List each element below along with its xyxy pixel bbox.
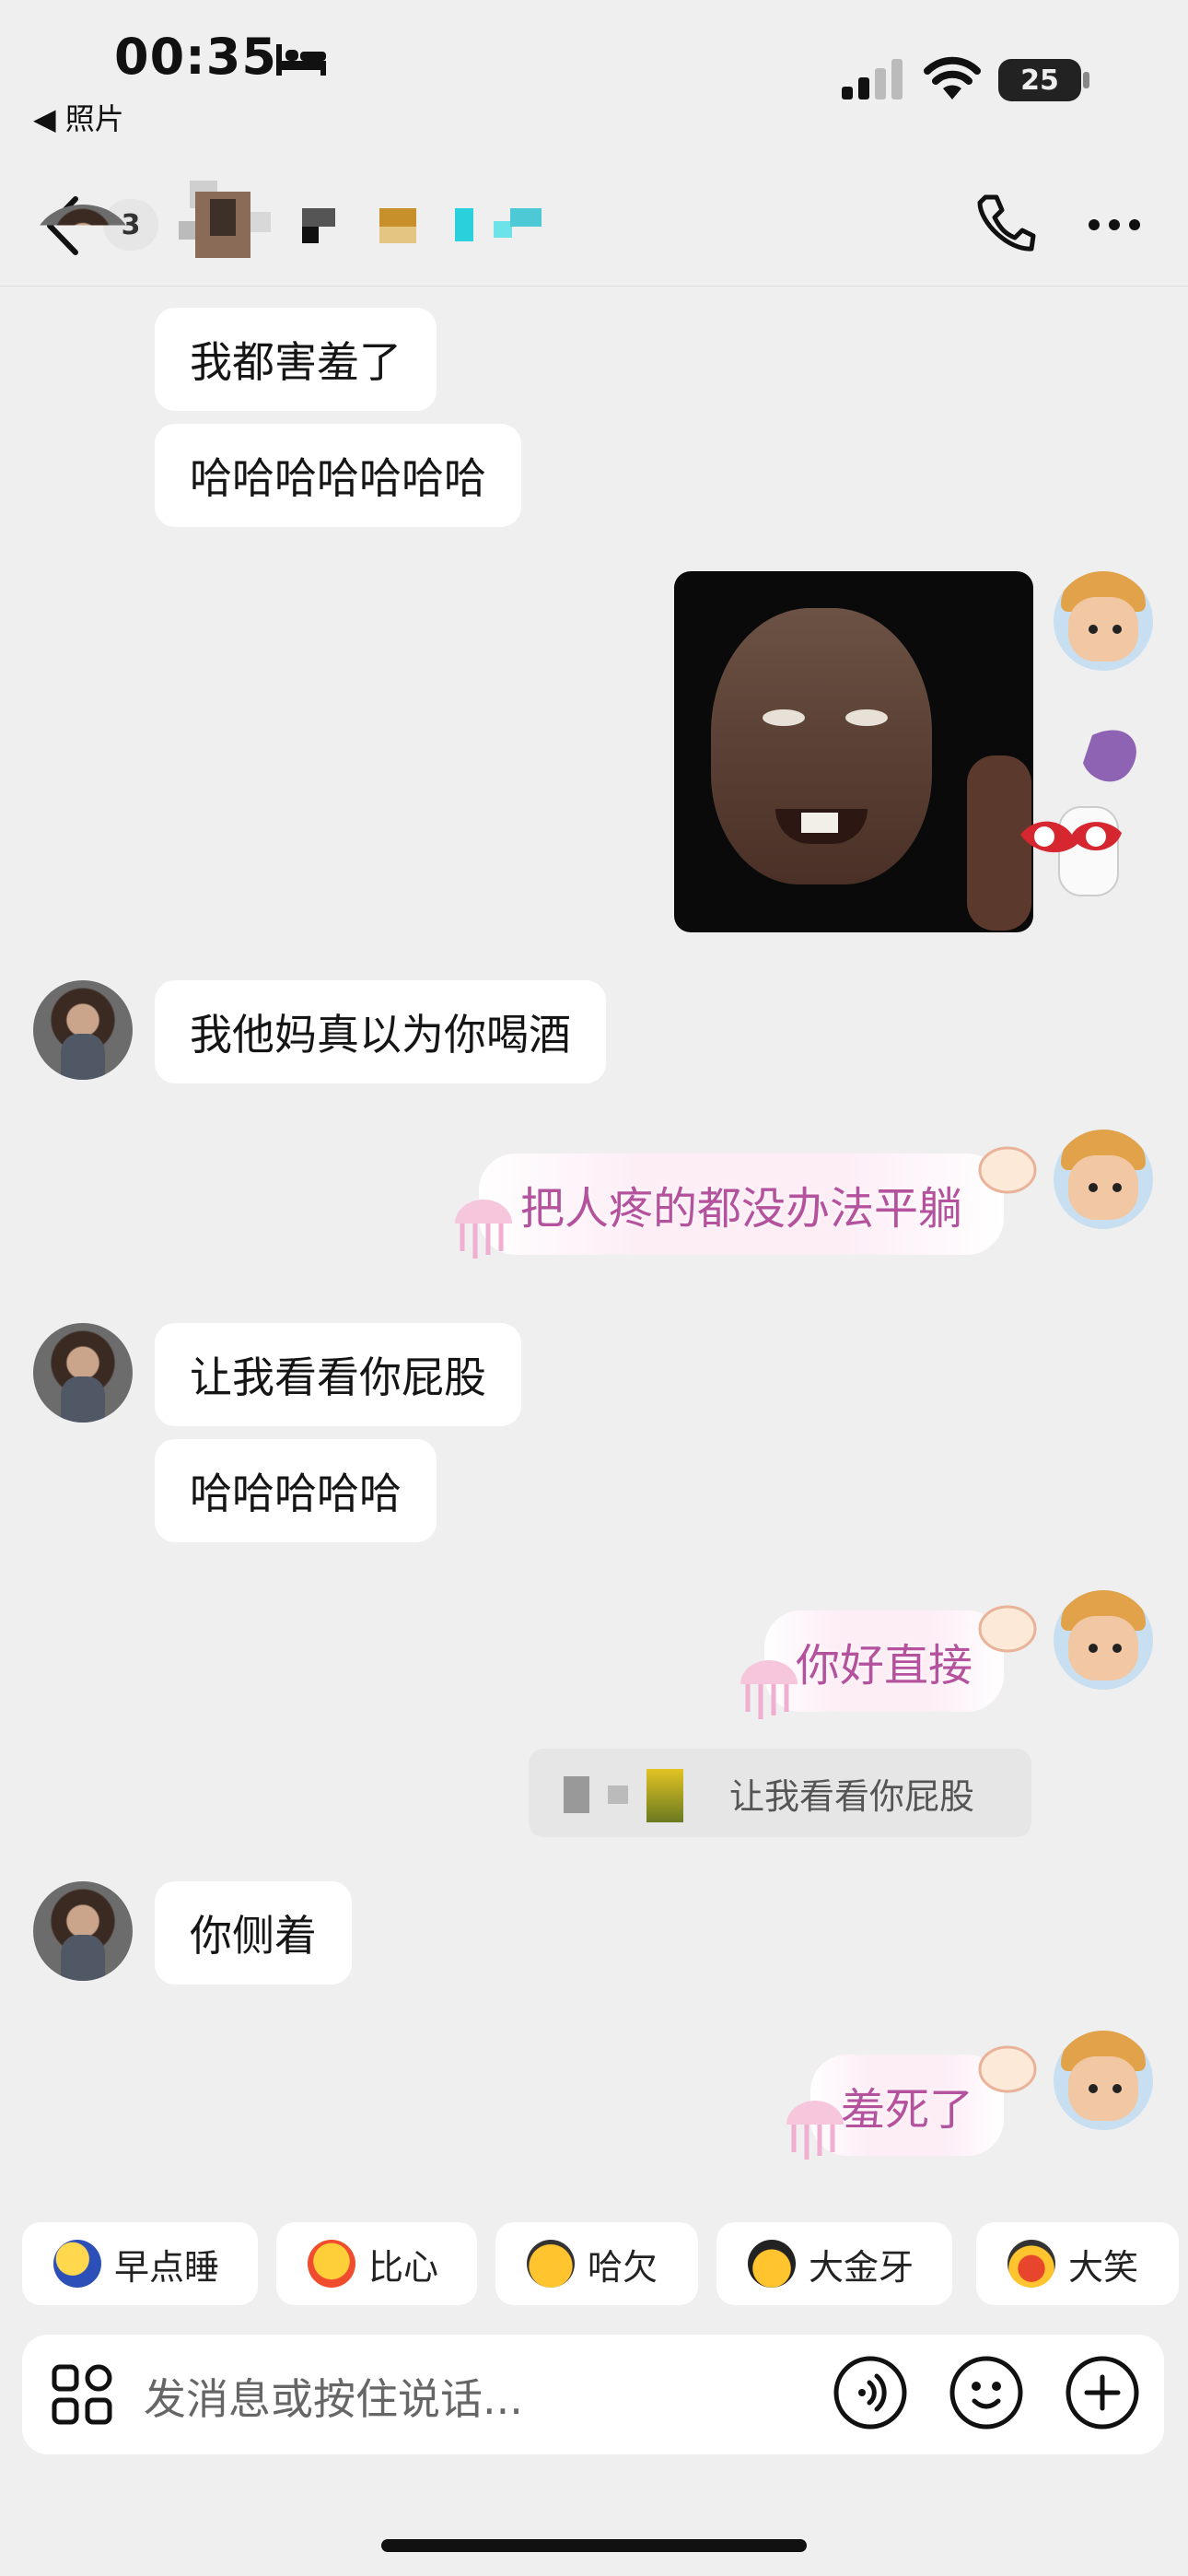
laughing-face-icon (1007, 2240, 1055, 2288)
message-bubble[interactable]: 我都害羞了 (155, 308, 437, 411)
heart-hands-icon (308, 2240, 355, 2288)
message-bubble[interactable]: 你侧着 (155, 1881, 352, 1985)
contact-avatar[interactable] (33, 980, 133, 1080)
status-time: 00:35 (114, 28, 277, 86)
home-indicator[interactable] (381, 2539, 807, 2552)
quoted-sender-pixelated (564, 1776, 589, 1813)
emoji-picker-icon[interactable] (949, 2355, 1024, 2430)
sleep-mode-icon (276, 44, 326, 76)
message-bubble[interactable]: 让我看看你屁股 (155, 1323, 521, 1426)
quick-reply-chip[interactable]: 早点睡 (22, 2222, 258, 2305)
my-avatar[interactable] (1054, 1130, 1153, 1229)
back-to-photos-link[interactable]: ◀ 照片 (33, 96, 124, 138)
my-avatar[interactable] (1054, 571, 1153, 671)
contact-avatar[interactable] (33, 1323, 133, 1423)
more-options-icon[interactable] (1087, 217, 1142, 232)
moon-sleep-icon (53, 2240, 101, 2288)
quick-reply-chip[interactable]: 哈欠 (495, 2222, 698, 2305)
message-bubble[interactable]: 哈哈哈哈哈 (155, 1439, 437, 1542)
quoted-reply[interactable]: 让我看看你屁股 (529, 1749, 1031, 1837)
sticker-text-bubble[interactable]: 把人疼的都没办法平躺 (479, 1153, 1004, 1255)
image-message[interactable] (674, 571, 1033, 932)
voice-input-icon[interactable] (833, 2355, 908, 2430)
my-avatar[interactable] (1054, 2031, 1153, 2130)
sticker-decoration-icon (1020, 730, 1136, 896)
quick-reply-chip[interactable]: 比心 (276, 2222, 477, 2305)
contact-avatar[interactable] (33, 1881, 133, 1981)
jellyfish-icon (740, 1660, 798, 1719)
quick-reply-chip[interactable]: 大笑 (976, 2222, 1179, 2305)
cloud-face-icon (978, 1146, 1037, 1194)
cloud-face-icon (978, 1605, 1037, 1653)
battery-tip (1083, 72, 1089, 88)
back-arrow-icon[interactable] (44, 195, 81, 256)
plus-more-icon[interactable] (1065, 2355, 1140, 2430)
message-input-field[interactable]: 发消息或按住说话... (144, 2366, 523, 2427)
message-bubble[interactable]: 哈哈哈哈哈哈哈 (155, 424, 521, 527)
wifi-icon (924, 56, 981, 100)
yawn-face-icon (527, 2240, 575, 2288)
quoted-text: 让我看看你屁股 (729, 1775, 975, 1817)
jellyfish-icon (786, 2101, 844, 2160)
apps-grid-icon[interactable] (52, 2364, 112, 2425)
jellyfish-icon (455, 1200, 512, 1259)
message-bubble[interactable]: 我他妈真以为你喝酒 (155, 980, 606, 1083)
cellular-signal-icon (842, 59, 903, 100)
gold-tooth-face-icon (748, 2240, 796, 2288)
quick-reply-chip[interactable]: 大金牙 (716, 2222, 952, 2305)
cloud-face-icon (978, 2045, 1037, 2093)
battery-indicator: 25 (998, 59, 1081, 101)
my-avatar[interactable] (1054, 1590, 1153, 1690)
phone-call-icon[interactable] (973, 192, 1037, 256)
